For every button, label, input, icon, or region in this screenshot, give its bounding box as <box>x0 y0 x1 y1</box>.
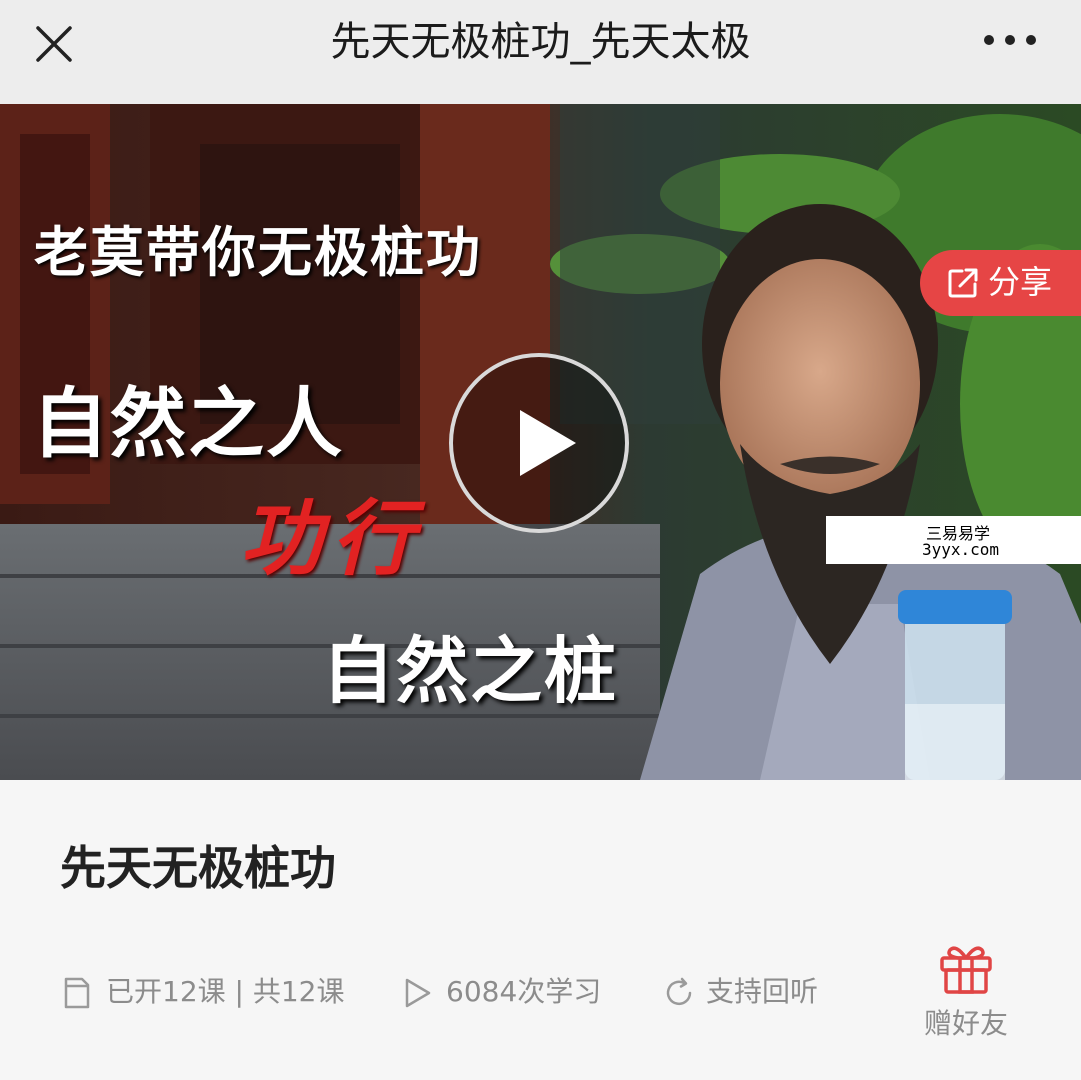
lessons-text: 已开12课 | 共12课 <box>106 975 345 1008</box>
play-outline-icon <box>405 978 431 1008</box>
gift-label: 赠好友 <box>923 1007 1008 1040</box>
watermark: 三易易学 3yyx.com <box>826 516 1081 564</box>
watermark-url: 3yyx.com <box>922 540 1000 559</box>
replay-info: 支持回听 <box>662 972 862 1012</box>
lessons-info: 已开12课 | 共12课 <box>62 972 362 1012</box>
refresh-icon <box>666 977 692 1006</box>
share-button[interactable]: 分享 <box>920 250 1081 316</box>
overlay-headline: 老莫带你无极桩功 <box>34 221 482 284</box>
gift-to-friend-button[interactable]: 赠好友 <box>916 942 1016 1052</box>
video-player[interactable]: 老莫带你无极桩功 自然之人 功行 自然之桩 分享 三易易学 3yyx.com <box>0 104 1081 780</box>
page-title: 先天无极桩功_先天太极 <box>330 19 751 65</box>
share-icon <box>948 268 978 298</box>
overlay-line-natural-person: 自然之人 <box>32 379 344 468</box>
more-horizontal-icon[interactable] <box>981 24 1041 56</box>
play-icon[interactable] <box>448 352 630 534</box>
overlay-line-practice: 功行 <box>240 492 424 587</box>
gift-icon <box>940 946 992 994</box>
overlay-line-natural-stance: 自然之桩 <box>322 629 619 713</box>
top-navigation-bar: 先天无极桩功_先天太极 <box>0 0 1081 104</box>
replay-text: 支持回听 <box>706 975 819 1008</box>
document-icon <box>64 977 90 1009</box>
study-count-text: 6084次学习 <box>446 975 602 1008</box>
study-count-info: 6084次学习 <box>402 972 642 1012</box>
share-label: 分享 <box>988 263 1053 301</box>
course-title: 先天无极桩功 <box>60 841 336 895</box>
